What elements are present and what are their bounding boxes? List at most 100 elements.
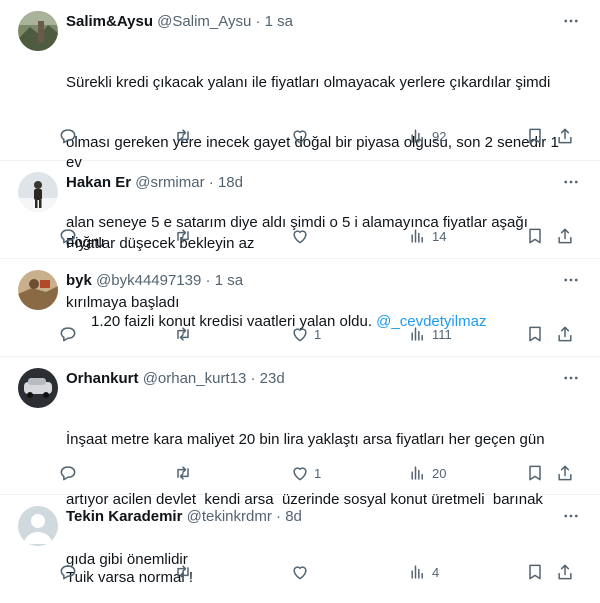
more-icon[interactable] [560,505,582,527]
retweet-button[interactable] [173,320,193,348]
views-count: 14 [432,228,447,244]
tweet-header: Tekin Karademir @tekinkrdmr · 8d [66,507,560,527]
retweet-icon [173,562,193,582]
like-button[interactable] [290,222,314,250]
handle[interactable]: @srmimar [135,174,204,191]
reply-button[interactable] [58,222,78,250]
display-name[interactable]: Salim&Aysu [66,13,153,30]
reply-icon [58,226,78,246]
heart-icon [290,324,310,344]
timestamp[interactable]: 18d [218,174,243,191]
tweet-text-line: İnşaat metre kara maliyet 20 bin lira ya… [66,431,545,448]
avatar[interactable] [18,11,58,51]
like-button[interactable] [290,558,314,586]
tweet-header: Hakan Er @srmimar · 18d [66,173,560,193]
reply-button[interactable] [58,459,78,487]
more-icon[interactable] [560,10,582,32]
like-count: 1 [314,465,322,481]
handle[interactable]: @orhan_kurt13 [143,370,247,387]
timestamp[interactable]: 23d [260,370,285,387]
tweet-hakan-er[interactable]: Hakan Er @srmimar · 18d Fiyatlar düşecek… [0,161,600,259]
tweet-byk[interactable]: byk @byk44497139 · 1 sa 1.20 faizli konu… [0,259,600,357]
avatar[interactable] [18,506,58,546]
display-name[interactable]: Tekin Karademir [66,508,182,525]
bookmark-icon [525,324,545,344]
retweet-button[interactable] [173,122,193,150]
handle[interactable]: @byk44497139 [96,272,201,289]
share-button[interactable] [555,222,575,250]
share-icon [555,226,575,246]
bookmark-icon [525,562,545,582]
retweet-button[interactable] [173,222,193,250]
separator: · [251,13,265,30]
share-icon [555,463,575,483]
action-bar: 14 [58,222,588,250]
like-button[interactable] [290,122,314,150]
display-name[interactable]: Hakan Er [66,174,131,191]
bookmark-icon [525,463,545,483]
heart-icon [290,126,310,146]
heart-icon [290,463,310,483]
share-icon [555,562,575,582]
handle[interactable]: @tekinkrdmr [187,508,272,525]
share-button[interactable] [555,558,575,586]
share-button[interactable] [555,122,575,150]
reply-button[interactable] [58,558,78,586]
display-name[interactable]: byk [66,272,92,289]
views-icon [408,463,428,483]
tweet-header: Orhankurt @orhan_kurt13 · 23d [66,369,560,389]
views-icon [408,126,428,146]
tweet-header: byk @byk44497139 · 1 sa [66,271,560,291]
retweet-button[interactable] [173,558,193,586]
bookmark-button[interactable] [525,459,545,487]
reply-feed: Salim&Aysu @Salim_Aysu · 1 sa Sürekli kr… [0,0,600,603]
reply-button[interactable] [58,320,78,348]
views-count: 4 [432,564,440,580]
views-button[interactable]: 111 [408,320,452,348]
bookmark-button[interactable] [525,222,545,250]
like-button[interactable]: 1 [290,320,321,348]
retweet-icon [173,324,193,344]
tweet-tekin-karademir[interactable]: Tekin Karademir @tekinkrdmr · 8d Tuik va… [0,495,600,603]
separator: · [271,508,286,525]
retweet-button[interactable] [173,459,193,487]
views-count: 111 [432,326,452,342]
avatar[interactable] [18,368,58,408]
bookmark-button[interactable] [525,558,545,586]
handle[interactable]: @Salim_Aysu [157,13,251,30]
more-icon[interactable] [560,367,582,389]
views-button[interactable]: 20 [408,459,446,487]
separator: · [246,370,260,387]
share-button[interactable] [555,320,575,348]
share-button[interactable] [555,459,575,487]
reply-icon [58,126,78,146]
tweet-header: Salim&Aysu @Salim_Aysu · 1 sa [66,12,560,32]
reply-icon [58,463,78,483]
reply-icon [58,324,78,344]
action-bar: 92 [58,122,588,150]
views-button[interactable]: 4 [408,558,439,586]
avatar[interactable] [18,270,58,310]
timestamp[interactable]: 1 sa [215,272,243,289]
views-button[interactable]: 14 [408,222,446,250]
bookmark-button[interactable] [525,122,545,150]
like-button[interactable]: 1 [290,459,321,487]
views-count: 20 [432,465,447,481]
avatar[interactable] [18,172,58,212]
more-icon[interactable] [560,171,582,193]
views-button[interactable]: 92 [408,122,446,150]
action-bar: 1 111 [58,320,588,348]
tweet-orhankurt[interactable]: Orhankurt @orhan_kurt13 · 23d İnşaat met… [0,357,600,568]
timestamp[interactable]: 8d [285,508,302,525]
timestamp[interactable]: 1 sa [265,13,293,30]
action-bar: 1 20 [58,459,588,487]
bookmark-button[interactable] [525,320,545,348]
reply-icon [58,562,78,582]
retweet-icon [173,226,193,246]
reply-button[interactable] [58,122,78,150]
tweet-salim-aysu[interactable]: Salim&Aysu @Salim_Aysu · 1 sa Sürekli kr… [0,0,600,311]
more-icon[interactable] [560,269,582,291]
display-name[interactable]: Orhankurt [66,370,139,387]
share-icon [555,126,575,146]
views-count: 92 [432,128,447,144]
